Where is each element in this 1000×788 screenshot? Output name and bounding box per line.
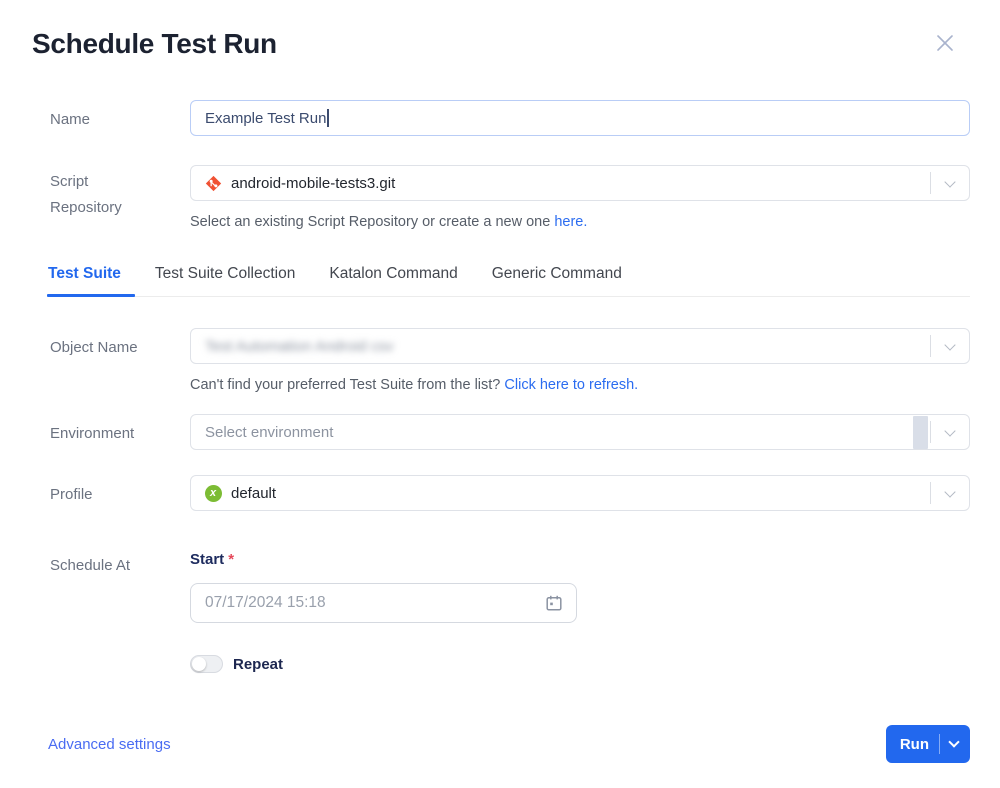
environment-placeholder: Select environment — [205, 424, 333, 441]
profile-row: Profile x default — [32, 475, 970, 511]
git-icon — [205, 175, 222, 192]
name-label: Name — [32, 100, 190, 131]
close-icon — [934, 32, 956, 54]
name-row: Name Example Test Run — [32, 100, 970, 136]
repeat-toggle[interactable] — [190, 655, 223, 673]
tab-test-suite[interactable]: Test Suite — [48, 265, 121, 296]
schedule-at-row: Schedule At Start* 07/17/2024 15:18 — [32, 546, 970, 673]
script-repository-row: Script Repository android-mobile-tests3.… — [32, 165, 970, 231]
name-input[interactable]: Example Test Run — [190, 100, 970, 136]
page-title: Schedule Test Run — [32, 26, 277, 62]
helper-text: Select an existing Script Repository or … — [190, 214, 554, 230]
redacted-block — [913, 416, 928, 449]
required-asterisk: * — [228, 551, 234, 568]
text-caret — [327, 109, 329, 127]
select-divider — [930, 172, 931, 194]
dialog-header: Schedule Test Run — [32, 0, 970, 62]
repeat-label: Repeat — [233, 656, 283, 673]
object-name-helper: Can't find your preferred Test Suite fro… — [190, 376, 970, 394]
select-divider — [930, 335, 931, 357]
profile-icon: x — [205, 485, 222, 502]
close-button[interactable] — [932, 30, 958, 56]
run-type-tabs: Test Suite Test Suite Collection Katalon… — [48, 265, 970, 297]
start-datetime-input[interactable]: 07/17/2024 15:18 — [190, 583, 577, 623]
helper-text: Can't find your preferred Test Suite fro… — [190, 377, 504, 393]
select-divider — [930, 421, 931, 443]
select-divider — [930, 482, 931, 504]
run-button[interactable]: Run — [886, 725, 970, 763]
script-repository-helper: Select an existing Script Repository or … — [190, 213, 970, 231]
calendar-icon[interactable] — [545, 594, 563, 612]
chevron-down-icon[interactable] — [944, 176, 955, 187]
schedule-test-run-dialog: Schedule Test Run Name Example Test Run … — [0, 0, 1000, 788]
object-name-label: Object Name — [32, 328, 190, 359]
refresh-test-suites-link[interactable]: Click here to refresh. — [504, 377, 638, 393]
object-name-select[interactable]: Test Automation Android csv — [190, 328, 970, 364]
chevron-down-icon[interactable] — [944, 486, 955, 497]
object-name-row: Object Name Test Automation Android csv … — [32, 328, 970, 394]
environment-row: Environment Select environment — [32, 414, 970, 450]
script-repository-value: android-mobile-tests3.git — [231, 175, 395, 192]
script-repository-select[interactable]: android-mobile-tests3.git — [190, 165, 970, 201]
environment-select[interactable]: Select environment — [190, 414, 970, 450]
create-repository-link[interactable]: here. — [554, 214, 587, 230]
profile-label: Profile — [32, 475, 190, 506]
environment-label: Environment — [32, 414, 190, 445]
start-datetime-value: 07/17/2024 15:18 — [205, 594, 326, 612]
script-repository-label: Script Repository — [32, 165, 190, 221]
schedule-at-label: Schedule At — [32, 546, 190, 577]
profile-select[interactable]: x default — [190, 475, 970, 511]
run-button-label: Run — [900, 736, 929, 753]
tab-katalon-command[interactable]: Katalon Command — [329, 265, 457, 296]
schedule-form: Name Example Test Run Script Repository — [32, 100, 970, 673]
tab-generic-command[interactable]: Generic Command — [492, 265, 622, 296]
toggle-knob — [192, 657, 206, 671]
button-divider — [939, 734, 940, 754]
advanced-settings-link[interactable]: Advanced settings — [48, 736, 171, 753]
repeat-row: Repeat — [190, 655, 970, 673]
dialog-footer: Advanced settings Run — [32, 725, 970, 763]
chevron-down-icon[interactable] — [944, 339, 955, 350]
tab-test-suite-collection[interactable]: Test Suite Collection — [155, 265, 295, 296]
start-label: Start* — [190, 546, 970, 569]
profile-value: default — [231, 485, 276, 502]
name-input-value: Example Test Run — [205, 110, 326, 127]
chevron-down-icon[interactable] — [944, 425, 955, 436]
object-name-value-redacted: Test Automation Android csv — [205, 338, 393, 355]
run-dropdown-chevron-icon[interactable] — [948, 736, 959, 747]
